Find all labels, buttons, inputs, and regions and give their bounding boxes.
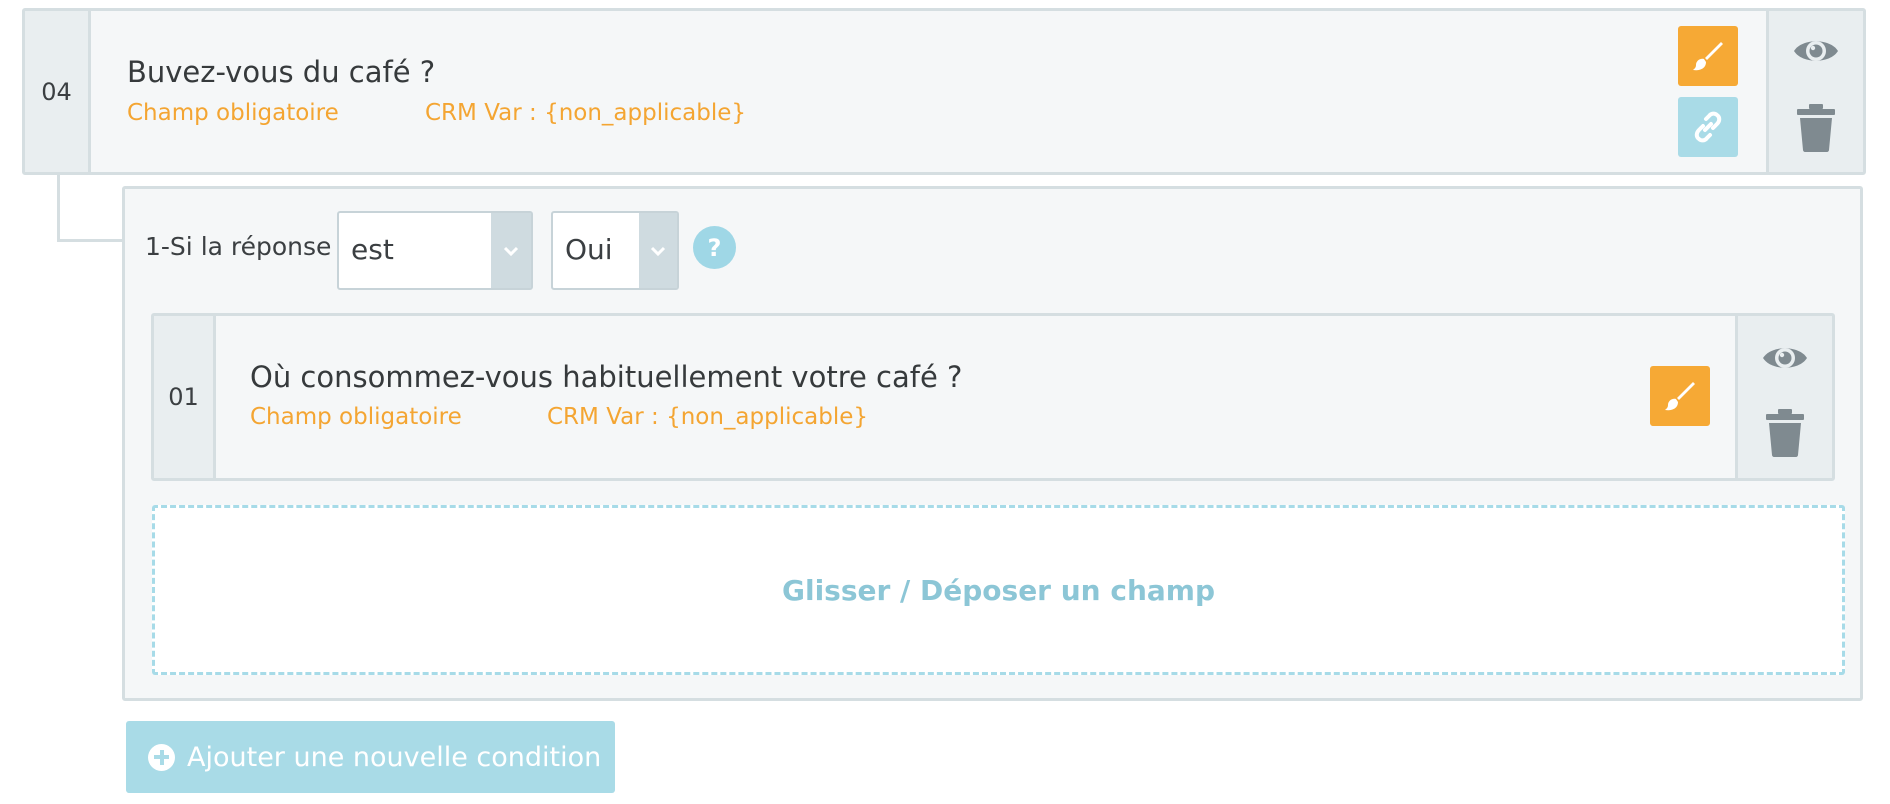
tree-connector-horizontal bbox=[57, 239, 125, 242]
trash-icon[interactable] bbox=[1765, 409, 1805, 457]
eye-icon[interactable] bbox=[1792, 35, 1840, 67]
field-dropzone[interactable]: Glisser / Déposer un champ bbox=[152, 505, 1845, 675]
paintbrush-icon bbox=[1665, 382, 1695, 411]
trash-icon[interactable] bbox=[1796, 104, 1836, 152]
question-actions bbox=[1735, 316, 1832, 478]
dropzone-label: Glisser / Déposer un champ bbox=[781, 573, 1215, 607]
question-card-nested[interactable]: 01 Où consommez-vous habituellement votr… bbox=[151, 313, 1835, 481]
link-icon bbox=[1694, 111, 1722, 143]
required-label: Champ obligatoire bbox=[127, 100, 339, 126]
chevron-down-icon bbox=[639, 213, 677, 288]
question-actions bbox=[1766, 11, 1863, 172]
question-number: 01 bbox=[154, 316, 216, 478]
question-title: Où consommez-vous habituellement votre c… bbox=[250, 360, 963, 394]
help-icon[interactable]: ? bbox=[693, 226, 736, 269]
operator-select[interactable]: est bbox=[337, 211, 533, 290]
condition-label: 1-Si la réponse bbox=[145, 232, 332, 261]
crm-var-label: CRM Var : {non_applicable} bbox=[547, 404, 869, 430]
question-number: 04 bbox=[25, 11, 91, 172]
add-condition-label: Ajouter une nouvelle condition bbox=[187, 741, 602, 773]
plus-circle-icon bbox=[148, 743, 175, 771]
chevron-down-icon bbox=[491, 213, 531, 288]
question-card-main[interactable]: 04 Buvez-vous du café ? Champ obligatoir… bbox=[22, 8, 1866, 175]
required-label: Champ obligatoire bbox=[250, 404, 462, 430]
edit-button[interactable] bbox=[1678, 26, 1738, 86]
operator-select-value: est bbox=[351, 233, 394, 266]
link-button[interactable] bbox=[1678, 97, 1738, 157]
answer-select-value: Oui bbox=[565, 233, 613, 266]
paintbrush-icon bbox=[1693, 42, 1723, 71]
question-title: Buvez-vous du café ? bbox=[127, 55, 436, 89]
add-condition-button[interactable]: Ajouter une nouvelle condition bbox=[126, 721, 615, 793]
crm-var-label: CRM Var : {non_applicable} bbox=[425, 100, 747, 126]
tree-connector-vertical bbox=[57, 175, 60, 242]
eye-icon[interactable] bbox=[1761, 342, 1809, 374]
edit-button[interactable] bbox=[1650, 366, 1710, 426]
answer-select[interactable]: Oui bbox=[551, 211, 679, 290]
